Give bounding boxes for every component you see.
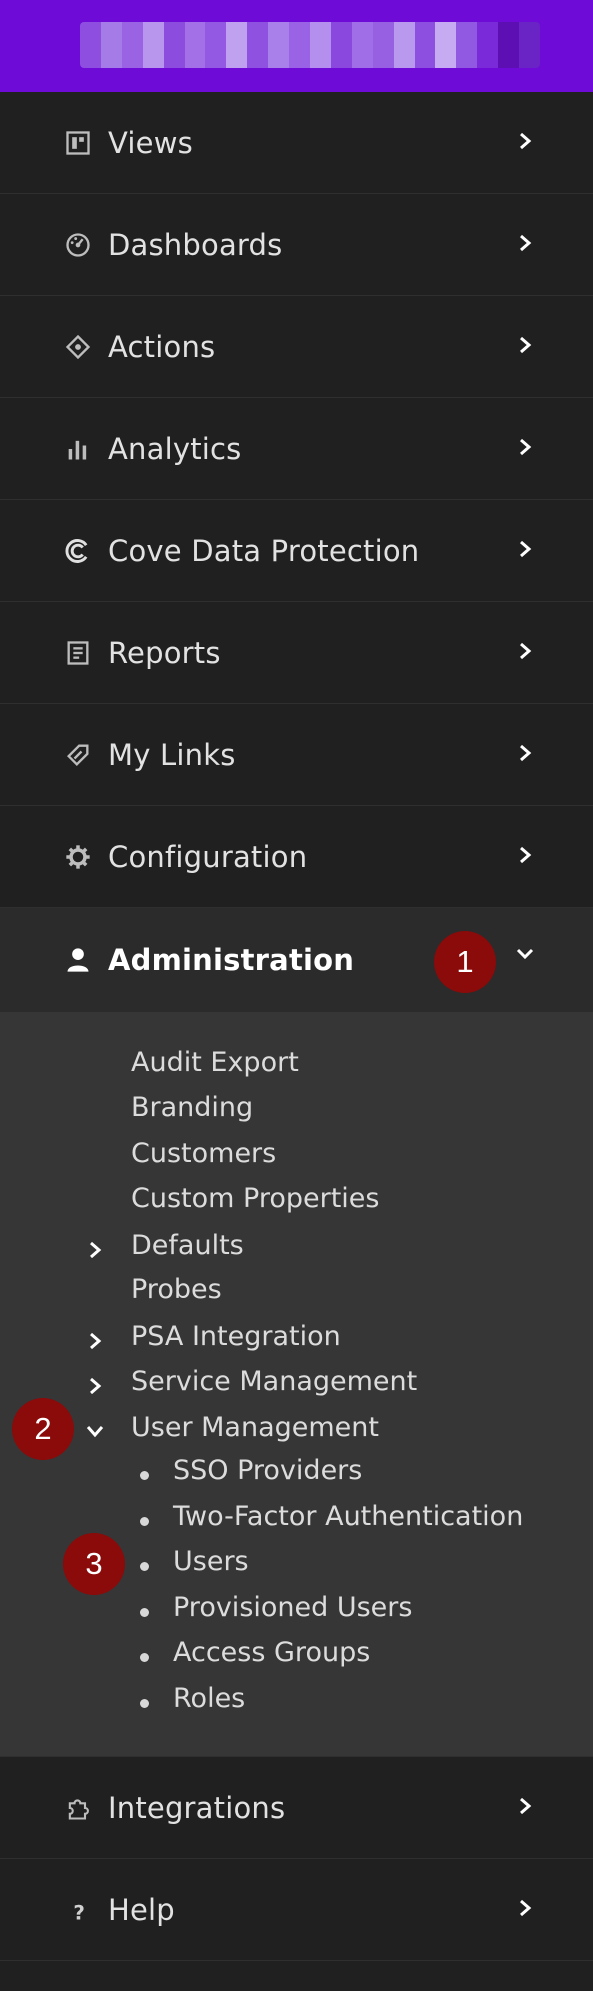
nav-label: Actions <box>108 329 216 364</box>
chevron-down-icon[interactable] <box>86 1422 104 1440</box>
header-bar <box>0 0 593 92</box>
reports-icon <box>64 639 92 667</box>
step-badge-1: 1 <box>434 931 496 993</box>
submenu-item-custom-properties[interactable]: Custom Properties <box>131 1183 379 1214</box>
dashboard-icon <box>64 231 92 259</box>
submenu-item-provisioned-users[interactable]: Provisioned Users <box>173 1592 412 1623</box>
submenu-item-user-management[interactable]: User Management <box>131 1412 379 1443</box>
chevron-right-icon <box>515 845 535 865</box>
analytics-icon <box>64 435 92 463</box>
nav-label: My Links <box>108 737 236 772</box>
chevron-right-icon <box>515 131 535 151</box>
bullet <box>140 1608 149 1617</box>
nav-item-dashboards[interactable]: Dashboards <box>0 194 593 296</box>
submenu-item-audit-export[interactable]: Audit Export <box>131 1047 299 1078</box>
chevron-right-icon[interactable] <box>86 1332 104 1350</box>
submenu-item-access-groups[interactable]: Access Groups <box>173 1637 370 1668</box>
chevron-right-icon <box>515 641 535 661</box>
submenu-item-probes[interactable]: Probes <box>131 1274 222 1305</box>
chevron-right-icon <box>515 1796 535 1816</box>
actions-icon <box>64 333 92 361</box>
nav-item-analytics[interactable]: Analytics <box>0 398 593 500</box>
chevron-down-icon <box>515 944 535 964</box>
nav-label: Analytics <box>108 431 242 466</box>
nav-item-administration[interactable]: Administration 1 <box>0 908 593 1012</box>
submenu-item-service-management[interactable]: Service Management <box>131 1366 417 1397</box>
nav-item-actions[interactable]: Actions <box>0 296 593 398</box>
nav-item-help[interactable]: ? Help <box>0 1859 593 1961</box>
submenu-item-sso-providers[interactable]: SSO Providers <box>173 1455 362 1486</box>
bullet <box>140 1699 149 1708</box>
sidebar-nav: Views Dashboards Actions Analytics Cove … <box>0 92 593 1961</box>
user-icon <box>64 946 92 974</box>
chevron-right-icon <box>515 437 535 457</box>
help-icon: ? <box>64 1896 92 1924</box>
nav-item-my-links[interactable]: My Links <box>0 704 593 806</box>
submenu-item-roles[interactable]: Roles <box>173 1683 245 1714</box>
nav-label: Configuration <box>108 839 308 874</box>
submenu-item-defaults[interactable]: Defaults <box>131 1230 244 1261</box>
bullet <box>140 1562 149 1571</box>
nav-label: Views <box>108 125 193 160</box>
nav-label: Help <box>108 1892 175 1927</box>
nav-label: Administration <box>108 943 355 977</box>
nav-item-views[interactable]: Views <box>0 92 593 194</box>
nav-label: Cove Data Protection <box>108 533 420 568</box>
submenu-item-customers[interactable]: Customers <box>131 1138 276 1169</box>
link-icon <box>64 741 92 769</box>
chevron-right-icon[interactable] <box>86 1241 104 1259</box>
chevron-right-icon <box>515 335 535 355</box>
submenu-item-two-factor-authentication[interactable]: Two-Factor Authentication <box>173 1501 523 1532</box>
nav-item-integrations[interactable]: Integrations <box>0 1756 593 1859</box>
views-icon <box>64 129 92 157</box>
bullet <box>140 1471 149 1480</box>
chevron-right-icon <box>515 233 535 253</box>
chevron-right-icon <box>515 539 535 559</box>
chevron-right-icon[interactable] <box>86 1377 104 1395</box>
nav-label: Integrations <box>108 1790 286 1825</box>
step-badge-2: 2 <box>12 1398 74 1460</box>
nav-label: Dashboards <box>108 227 283 262</box>
bullet <box>140 1517 149 1526</box>
bullet <box>140 1653 149 1662</box>
cove-icon <box>64 537 92 565</box>
puzzle-icon <box>64 1794 92 1822</box>
step-badge-3: 3 <box>63 1533 125 1595</box>
chevron-right-icon <box>515 1898 535 1918</box>
chevron-right-icon <box>515 743 535 763</box>
nav-label: Reports <box>108 635 221 670</box>
submenu-item-branding[interactable]: Branding <box>131 1092 253 1123</box>
svg-text:?: ? <box>73 1901 85 1924</box>
submenu-item-psa-integration[interactable]: PSA Integration <box>131 1321 341 1352</box>
nav-item-reports[interactable]: Reports <box>0 602 593 704</box>
administration-submenu: Audit Export Branding Customers Custom P… <box>0 1012 593 1756</box>
blurred-logo <box>80 22 540 68</box>
gear-icon <box>64 843 92 871</box>
nav-item-cove[interactable]: Cove Data Protection <box>0 500 593 602</box>
submenu-item-users[interactable]: Users <box>173 1546 249 1577</box>
nav-item-configuration[interactable]: Configuration <box>0 806 593 908</box>
